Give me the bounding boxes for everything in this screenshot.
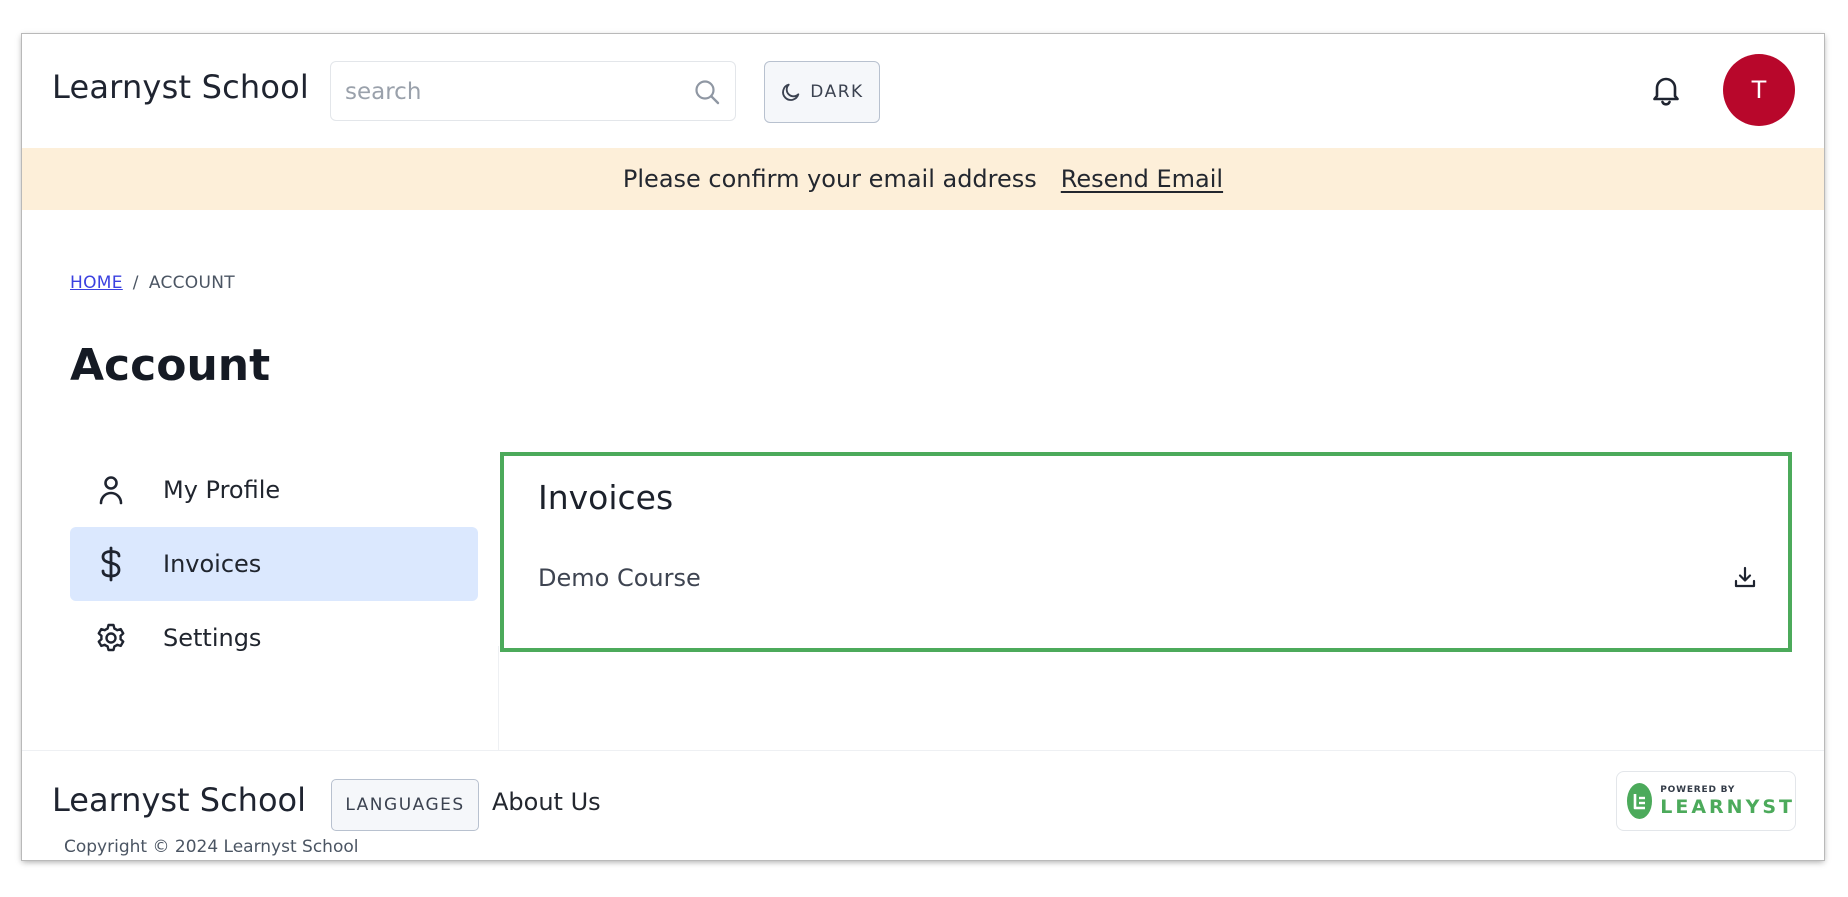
bell-icon[interactable] <box>1648 72 1684 108</box>
invoices-title: Invoices <box>538 478 674 517</box>
dark-mode-button[interactable]: DARK <box>764 61 880 123</box>
search-input[interactable] <box>343 70 677 114</box>
breadcrumb-current: ACCOUNT <box>148 273 235 293</box>
footer-brand[interactable]: Learnyst School <box>52 781 306 819</box>
resend-email-link[interactable]: Resend Email <box>1061 165 1223 193</box>
gear-icon <box>94 621 128 655</box>
download-icon[interactable] <box>1732 564 1758 590</box>
learnyst-logo-icon <box>1627 783 1653 819</box>
sidebar-item-invoices[interactable]: Invoices <box>70 527 478 601</box>
avatar-initial: T <box>1751 76 1767 104</box>
invoices-panel: Invoices Demo Course <box>500 452 1792 652</box>
brand-name[interactable]: Learnyst School <box>52 68 309 106</box>
email-confirm-banner: Please confirm your email address Resend… <box>22 148 1824 210</box>
dollar-icon <box>94 546 128 582</box>
user-avatar[interactable]: T <box>1723 54 1795 126</box>
sidebar-item-label: My Profile <box>163 476 281 504</box>
sidebar-item-settings[interactable]: Settings <box>70 601 478 675</box>
search-box[interactable] <box>330 61 736 121</box>
powered-by-label: POWERED BY <box>1660 784 1736 795</box>
sidebar-item-my-profile[interactable]: My Profile <box>70 453 478 527</box>
copyright-text: Copyright © 2024 Learnyst School <box>64 837 359 857</box>
languages-button[interactable]: LANGUAGES <box>331 779 479 831</box>
sidebar-divider <box>498 646 499 750</box>
breadcrumb: HOME / ACCOUNT <box>70 273 235 293</box>
about-us-link[interactable]: About Us <box>492 788 601 816</box>
breadcrumb-separator: / <box>132 273 139 293</box>
invoice-course-name: Demo Course <box>538 564 701 592</box>
powered-by-learnyst-badge[interactable]: POWERED BY LEARNYST <box>1616 771 1796 831</box>
breadcrumb-home-link[interactable]: HOME <box>70 273 123 293</box>
powered-by-text: POWERED BY LEARNYST <box>1660 784 1795 818</box>
user-icon <box>94 473 128 507</box>
moon-icon <box>782 83 800 101</box>
dark-mode-label: DARK <box>810 82 864 102</box>
sidebar-item-label: Settings <box>163 624 262 652</box>
page-title: Account <box>70 340 271 391</box>
invoice-row: Demo Course <box>538 556 1758 600</box>
top-header: Learnyst School DARK T <box>22 34 1824 149</box>
account-sidebar: My Profile Invoices Settings <box>70 453 478 675</box>
app-window: Learnyst School DARK T Please confirm yo… <box>22 34 1824 860</box>
search-icon[interactable] <box>693 78 721 106</box>
sidebar-item-label: Invoices <box>163 550 262 578</box>
footer: Learnyst School LANGUAGES About Us Copyr… <box>22 750 1824 860</box>
banner-message: Please confirm your email address <box>622 165 1037 193</box>
learnyst-wordmark: LEARNYST <box>1660 795 1795 818</box>
